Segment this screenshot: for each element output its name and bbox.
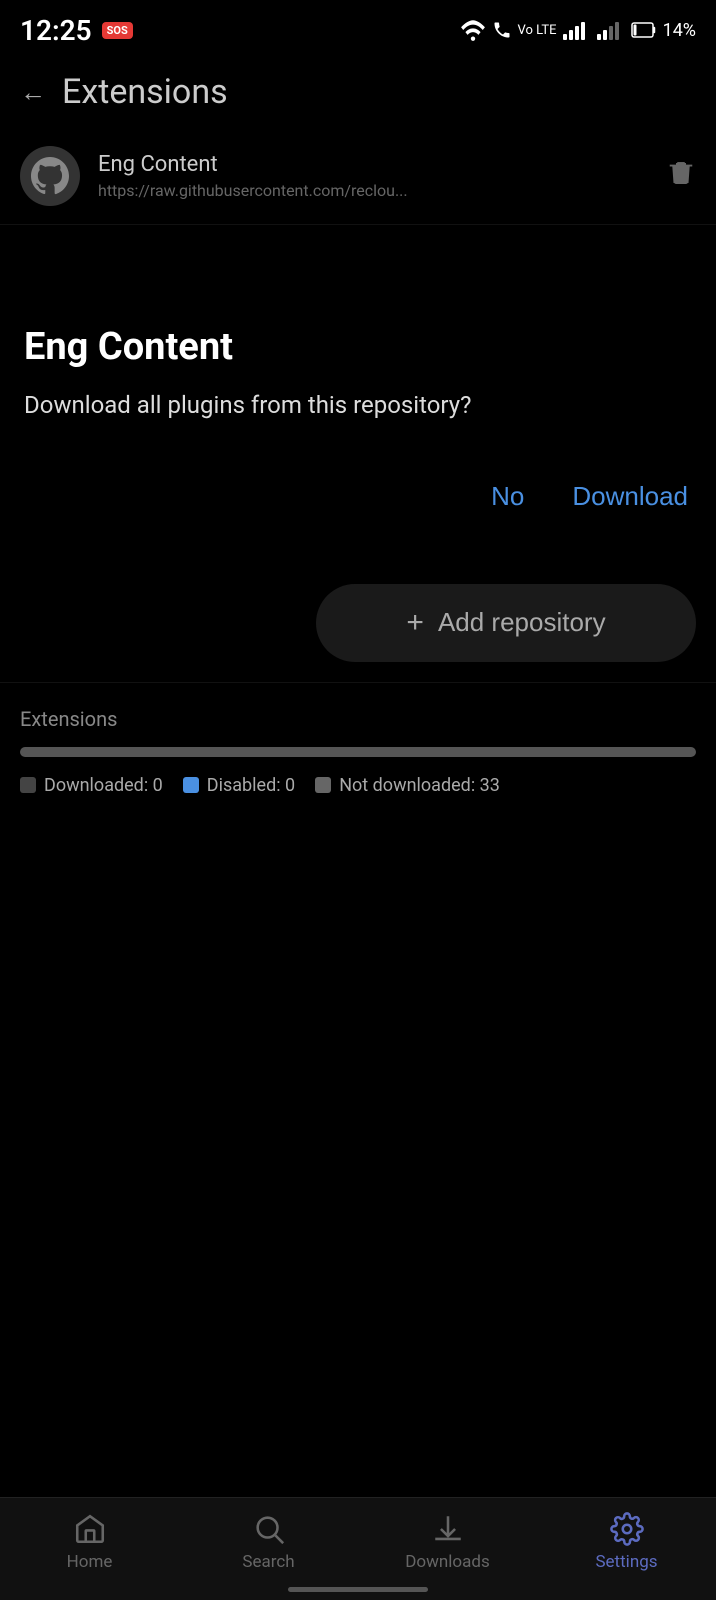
progress-bar-fill xyxy=(20,747,696,757)
repository-item[interactable]: Eng Content https://raw.githubuserconten… xyxy=(0,128,716,225)
settings-icon xyxy=(610,1512,644,1546)
no-button[interactable]: No xyxy=(487,473,528,520)
signal2-icon xyxy=(597,19,625,41)
github-icon xyxy=(20,146,80,206)
add-repository-label: Add repository xyxy=(438,607,606,638)
phone-icon xyxy=(492,19,512,41)
signal-icon xyxy=(563,19,591,41)
disabled-label: Disabled: 0 xyxy=(207,775,295,796)
extensions-stats: Downloaded: 0 Disabled: 0 Not downloaded… xyxy=(20,775,696,796)
search-label: Search xyxy=(242,1552,294,1572)
back-button[interactable]: ← xyxy=(20,77,46,108)
downloads-label: Downloads xyxy=(405,1552,489,1572)
dialog-title: Eng Content xyxy=(24,325,692,369)
dialog-message: Download all plugins from this repositor… xyxy=(24,389,692,423)
nav-home[interactable]: Home xyxy=(40,1512,140,1572)
battery-icon xyxy=(631,19,657,41)
dialog-area: Eng Content Download all plugins from th… xyxy=(0,285,716,544)
stat-not-downloaded: Not downloaded: 33 xyxy=(315,775,500,796)
stat-downloaded: Downloaded: 0 xyxy=(20,775,163,796)
download-icon xyxy=(431,1512,465,1546)
repo-url: https://raw.githubusercontent.com/reclou… xyxy=(98,181,648,200)
bottom-nav: Home Search Downloads Settings xyxy=(0,1497,716,1600)
plus-icon: + xyxy=(406,606,424,640)
extensions-section-label: Extensions xyxy=(20,707,696,731)
disabled-dot xyxy=(183,777,199,793)
page-title: Extensions xyxy=(62,72,228,112)
delete-repo-button[interactable] xyxy=(666,158,696,195)
extensions-section: Extensions Downloaded: 0 Disabled: 0 Not… xyxy=(0,682,716,812)
repo-info: Eng Content https://raw.githubuserconten… xyxy=(98,152,648,200)
nav-settings[interactable]: Settings xyxy=(577,1512,677,1572)
repo-name: Eng Content xyxy=(98,152,648,177)
home-icon xyxy=(73,1512,107,1546)
trash-icon xyxy=(666,158,696,188)
settings-label: Settings xyxy=(595,1552,657,1572)
home-indicator xyxy=(288,1587,428,1592)
downloaded-dot xyxy=(20,777,36,793)
add-repository-section: + Add repository xyxy=(0,544,716,682)
vo-lte-label: Vo LTE xyxy=(518,23,557,38)
search-icon xyxy=(252,1512,286,1546)
github-logo-icon xyxy=(31,157,69,195)
not-downloaded-dot xyxy=(315,777,331,793)
downloaded-label: Downloaded: 0 xyxy=(44,775,163,796)
battery-percent: 14% xyxy=(663,20,696,41)
nav-downloads[interactable]: Downloads xyxy=(398,1512,498,1572)
status-time: 12:25 xyxy=(20,14,92,47)
status-icons: Vo LTE 14% xyxy=(460,19,696,41)
wifi-icon xyxy=(460,19,486,41)
home-label: Home xyxy=(67,1552,113,1572)
sos-badge: SOS xyxy=(102,22,133,39)
not-downloaded-label: Not downloaded: 33 xyxy=(339,775,500,796)
status-bar: 12:25 SOS Vo LTE xyxy=(0,0,716,56)
extensions-progress-bar xyxy=(20,747,696,757)
download-button[interactable]: Download xyxy=(568,473,692,520)
nav-search[interactable]: Search xyxy=(219,1512,319,1572)
dialog-buttons: No Download xyxy=(24,473,692,520)
add-repository-button[interactable]: + Add repository xyxy=(316,584,696,662)
stat-disabled: Disabled: 0 xyxy=(183,775,295,796)
page-header: ← Extensions xyxy=(0,56,716,128)
